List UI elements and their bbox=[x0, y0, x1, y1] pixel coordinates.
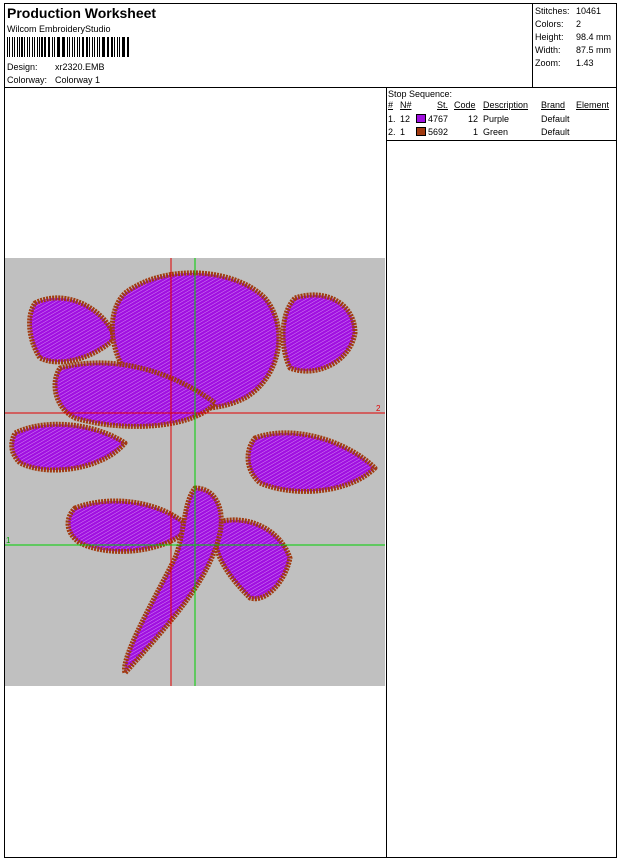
col-header-element: Element bbox=[576, 100, 610, 110]
green-axis-label: 1 bbox=[6, 536, 11, 545]
col-header-brand: Brand bbox=[541, 100, 566, 110]
colorway-value: Colorway 1 bbox=[55, 75, 101, 85]
stat-label: Width: bbox=[535, 45, 561, 55]
stat-value: 87.5 mm bbox=[576, 45, 612, 55]
design-label: Design: bbox=[7, 62, 38, 72]
colorway-label: Colorway: bbox=[7, 75, 48, 85]
red-axis-label: 2 bbox=[376, 404, 381, 413]
color-swatch bbox=[416, 114, 426, 123]
col-header-num: # bbox=[388, 100, 394, 110]
sequence-bottom-line bbox=[386, 140, 617, 141]
sequence-divider bbox=[386, 87, 387, 858]
page-title: Production Worksheet bbox=[7, 5, 157, 21]
embroidery-preview-svg: 2 1 bbox=[5, 258, 385, 686]
stat-value: 10461 bbox=[576, 6, 602, 16]
rose-embroidery bbox=[9, 270, 378, 676]
design-value: xr2320.EMB bbox=[55, 62, 105, 72]
row-stitches: 5692 bbox=[428, 127, 449, 137]
row-brand: Default bbox=[541, 114, 570, 124]
row-description: Green bbox=[483, 127, 509, 137]
col-header-code: Code bbox=[454, 100, 476, 110]
stats-divider bbox=[532, 3, 533, 87]
design-preview: 2 1 bbox=[5, 258, 385, 686]
col-header-n: N# bbox=[400, 100, 412, 110]
stat-value: 2 bbox=[576, 19, 582, 29]
row-num: 1. bbox=[388, 114, 396, 124]
header-divider bbox=[4, 87, 617, 88]
row-needle: 12 bbox=[400, 114, 411, 124]
row-stitches: 4767 bbox=[428, 114, 449, 124]
row-needle: 1 bbox=[400, 127, 406, 137]
software-name: Wilcom EmbroideryStudio bbox=[7, 24, 111, 34]
stat-value: 98.4 mm bbox=[576, 32, 612, 42]
row-description: Purple bbox=[483, 114, 510, 124]
stop-sequence-title: Stop Sequence: bbox=[388, 89, 453, 99]
row-code: 12 bbox=[468, 114, 479, 124]
stat-label: Zoom: bbox=[535, 58, 561, 68]
row-num: 2. bbox=[388, 127, 396, 137]
col-header-description: Description bbox=[483, 100, 529, 110]
stat-value: 1.43 bbox=[576, 58, 594, 68]
stat-label: Colors: bbox=[535, 19, 564, 29]
row-code: 1 bbox=[473, 127, 479, 137]
col-header-st: St. bbox=[437, 100, 449, 110]
row-brand: Default bbox=[541, 127, 570, 137]
barcode bbox=[7, 37, 131, 57]
color-swatch bbox=[416, 127, 426, 136]
stat-label: Height: bbox=[535, 32, 564, 42]
stat-label: Stitches: bbox=[535, 6, 570, 16]
